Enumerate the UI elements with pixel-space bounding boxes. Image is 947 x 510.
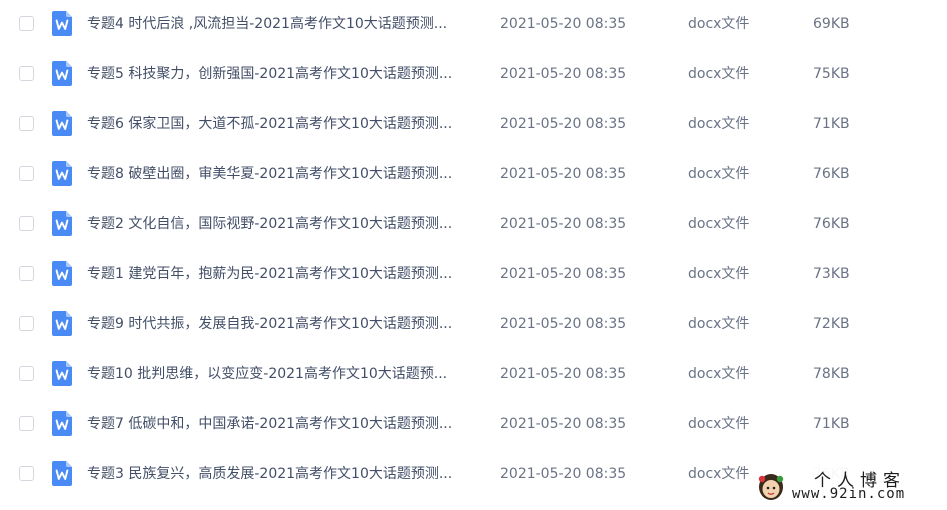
file-name[interactable]: 专题5 科技聚力，创新强国-2021高考作文10大话题预测... [87,50,477,98]
word-document-icon [52,261,72,286]
file-date: 2021-05-20 08:35 [500,66,627,82]
file-name[interactable]: 专题2 文化自信，国际视野-2021高考作文10大话题预测... [87,200,477,248]
file-size: 69KB [813,16,850,32]
word-document-icon [52,11,72,36]
row-checkbox[interactable] [19,266,34,281]
file-size: 78KB [813,366,850,382]
file-size: 71KB [813,116,850,132]
file-date: 2021-05-20 08:35 [500,466,627,482]
file-name[interactable]: 专题7 低碳中和，中国承诺-2021高考作文10大话题预测... [87,400,477,448]
file-name[interactable]: 专题6 保家卫国，大道不孤-2021高考作文10大话题预测... [87,100,477,148]
file-row[interactable]: 专题5 科技聚力，创新强国-2021高考作文10大话题预测... 2021-05… [0,50,947,100]
file-name[interactable]: 专题9 时代共振，发展自我-2021高考作文10大话题预测... [87,300,477,348]
word-document-icon [52,161,72,186]
file-type: docx文件 [688,66,750,82]
file-type: docx文件 [688,16,750,32]
file-name[interactable]: 专题1 建党百年，抱薪为民-2021高考作文10大话题预测... [87,250,477,298]
row-checkbox[interactable] [19,466,34,481]
row-checkbox[interactable] [19,416,34,431]
file-row[interactable]: 专题10 批判思维，以变应变-2021高考作文10大话题预... 2021-05… [0,350,947,400]
file-type: docx文件 [688,166,750,182]
file-row[interactable]: 专题1 建党百年，抱薪为民-2021高考作文10大话题预测... 2021-05… [0,250,947,300]
file-type: docx文件 [688,416,750,432]
file-size: 72KB [813,316,850,332]
file-size: 76KB [813,216,850,232]
file-row[interactable]: 专题9 时代共振，发展自我-2021高考作文10大话题预测... 2021-05… [0,300,947,350]
row-checkbox[interactable] [19,16,34,31]
row-checkbox[interactable] [19,166,34,181]
row-checkbox[interactable] [19,216,34,231]
file-size: 76KB [813,166,850,182]
file-type: docx文件 [688,366,750,382]
file-name[interactable]: 专题10 批判思维，以变应变-2021高考作文10大话题预... [87,350,477,398]
file-size: 73KB [813,266,850,282]
row-checkbox[interactable] [19,66,34,81]
word-document-icon [52,211,72,236]
file-name[interactable]: 专题8 破壁出圈，审美华夏-2021高考作文10大话题预测... [87,150,477,198]
file-date: 2021-05-20 08:35 [500,366,627,382]
file-type: docx文件 [688,116,750,132]
file-type: docx文件 [688,216,750,232]
file-date: 2021-05-20 08:35 [500,166,627,182]
blog-watermark: 个人博客 www.92in.com [752,464,942,506]
watermark-url: www.92in.com [792,486,906,502]
file-date: 2021-05-20 08:35 [500,416,627,432]
word-document-icon [52,411,72,436]
file-name[interactable]: 专题3 民族复兴，高质发展-2021高考作文10大话题预测... [87,450,477,498]
word-document-icon [52,111,72,136]
file-row[interactable]: 专题7 低碳中和，中国承诺-2021高考作文10大话题预测... 2021-05… [0,400,947,450]
row-checkbox[interactable] [19,316,34,331]
file-date: 2021-05-20 08:35 [500,266,627,282]
file-type: docx文件 [688,316,750,332]
file-row[interactable]: 专题2 文化自信，国际视野-2021高考作文10大话题预测... 2021-05… [0,200,947,250]
word-document-icon [52,461,72,486]
file-size: 71KB [813,416,850,432]
mascot-icon [758,474,784,500]
word-document-icon [52,61,72,86]
row-checkbox[interactable] [19,116,34,131]
file-row[interactable]: 专题8 破壁出圈，审美华夏-2021高考作文10大话题预测... 2021-05… [0,150,947,200]
row-checkbox[interactable] [19,366,34,381]
file-date: 2021-05-20 08:35 [500,116,627,132]
file-date: 2021-05-20 08:35 [500,16,627,32]
word-document-icon [52,311,72,336]
file-row[interactable]: 专题6 保家卫国，大道不孤-2021高考作文10大话题预测... 2021-05… [0,100,947,150]
file-name[interactable]: 专题4 时代后浪 ,风流担当-2021高考作文10大话题预测... [87,0,477,48]
file-type: docx文件 [688,266,750,282]
file-date: 2021-05-20 08:35 [500,216,627,232]
file-list: 专题4 时代后浪 ,风流担当-2021高考作文10大话题预测... 2021-0… [0,0,947,510]
word-document-icon [52,361,72,386]
file-type: docx文件 [688,466,750,482]
file-date: 2021-05-20 08:35 [500,316,627,332]
file-row[interactable]: 专题4 时代后浪 ,风流担当-2021高考作文10大话题预测... 2021-0… [0,0,947,50]
file-size: 75KB [813,66,850,82]
